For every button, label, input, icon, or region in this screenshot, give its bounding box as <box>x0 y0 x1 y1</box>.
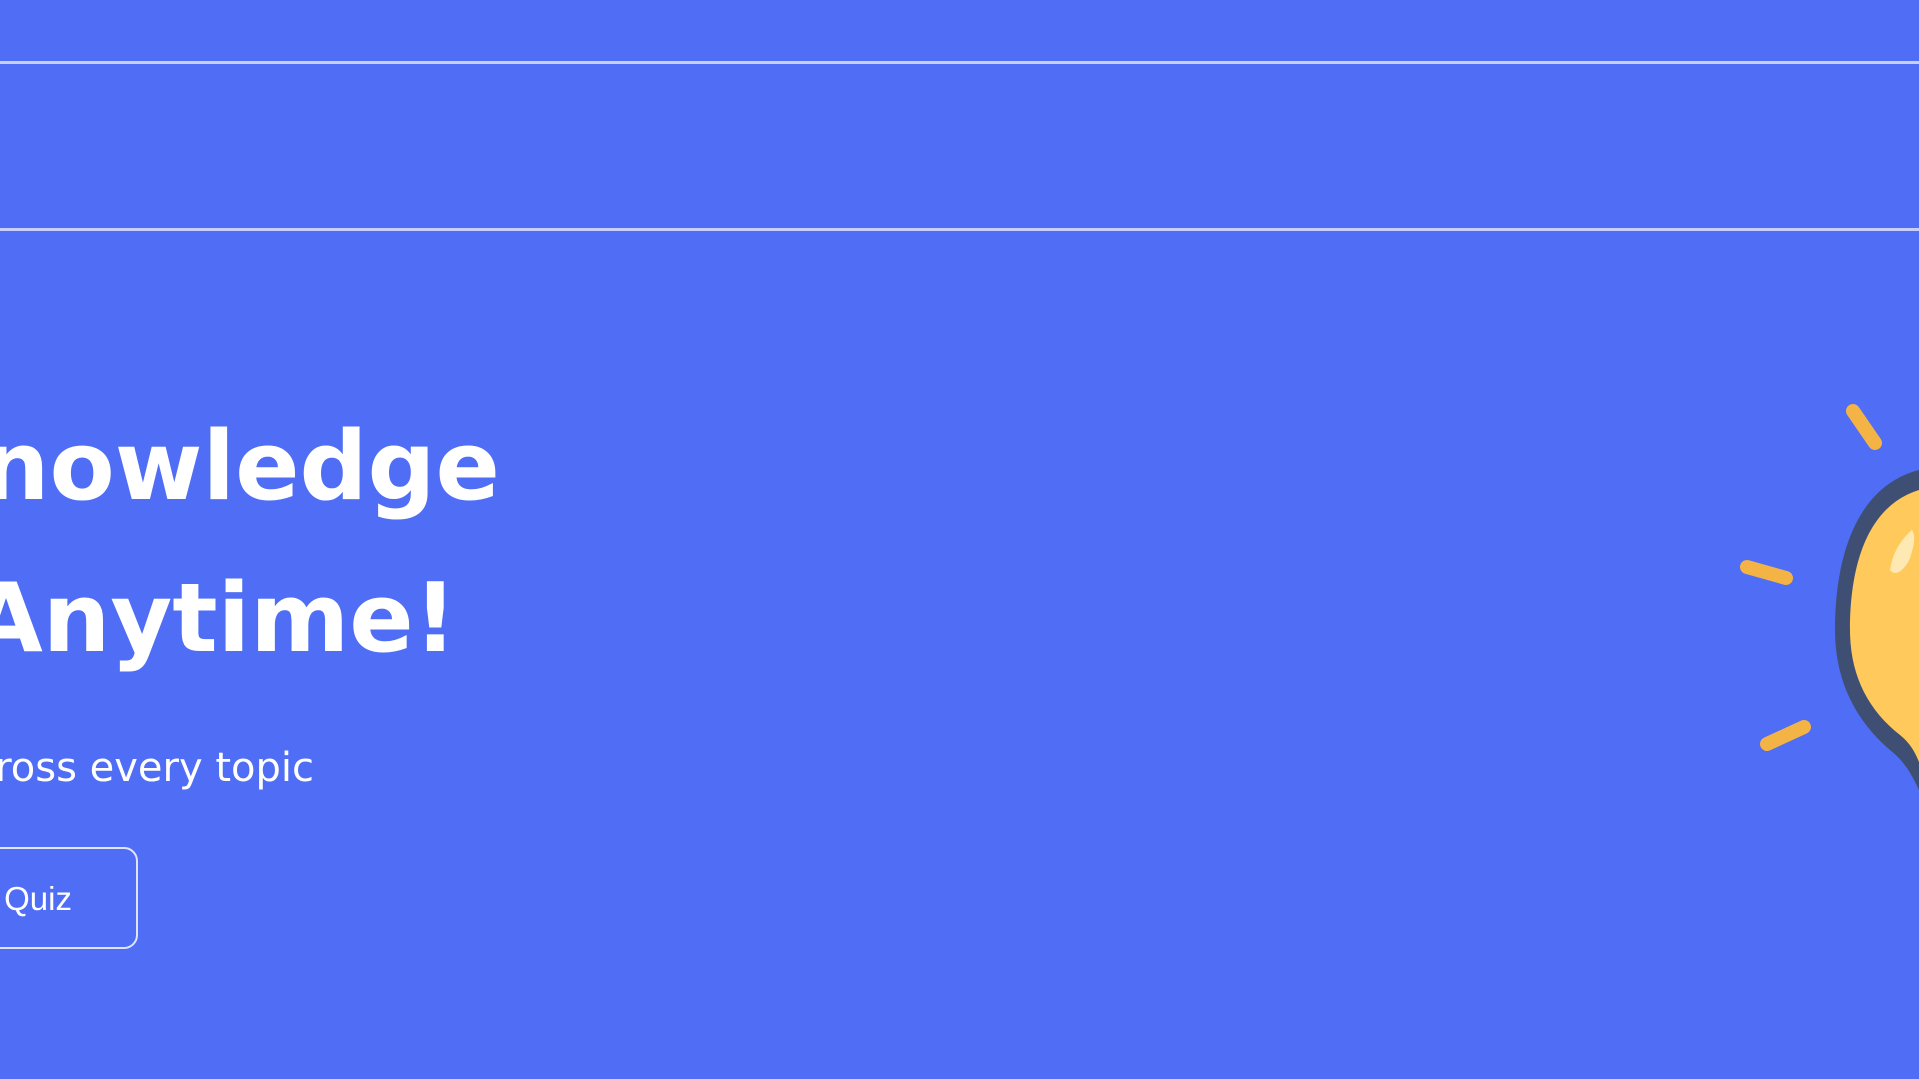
light-ray-bottom <box>1760 720 1811 751</box>
lightbulb-icon <box>1740 404 1919 790</box>
header-bar <box>0 64 1919 228</box>
page: knowledge Anytime! ross every topic Quiz <box>0 0 1919 1079</box>
light-ray-middle <box>1740 560 1793 585</box>
hero-subtitle: ross every topic <box>0 745 314 791</box>
header-divider-bottom <box>0 228 1919 231</box>
start-quiz-button[interactable]: Quiz <box>0 847 138 949</box>
hero-headline-line-2: Anytime! <box>0 564 457 674</box>
start-quiz-button-label: Quiz <box>4 879 72 917</box>
light-ray-top <box>1846 404 1882 450</box>
hero-headline-line-1: knowledge <box>0 412 500 522</box>
